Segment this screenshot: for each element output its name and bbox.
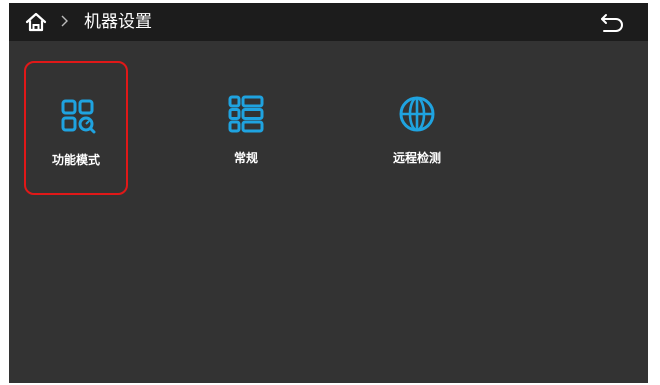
menu-item-function-mode[interactable]: 功能模式 bbox=[24, 61, 128, 195]
back-arrow-icon[interactable] bbox=[599, 11, 625, 33]
menu-item-remote-detection[interactable]: 远程检测 bbox=[365, 61, 469, 195]
general-list-icon bbox=[228, 95, 264, 133]
settings-screen: 机器设置 功能模式 常规 远程检测 bbox=[9, 3, 648, 383]
home-icon[interactable] bbox=[25, 11, 47, 33]
globe-icon bbox=[399, 96, 435, 132]
menu-item-general[interactable]: 常规 bbox=[194, 61, 298, 195]
function-mode-icon bbox=[61, 99, 96, 134]
page-title: 机器设置 bbox=[84, 12, 152, 32]
chevron-right-icon bbox=[61, 15, 68, 27]
menu-item-label: 常规 bbox=[233, 151, 258, 165]
menu-item-label: 功能模式 bbox=[51, 153, 100, 167]
menu-item-label: 远程检测 bbox=[392, 151, 441, 165]
top-bar: 机器设置 bbox=[9, 3, 648, 41]
